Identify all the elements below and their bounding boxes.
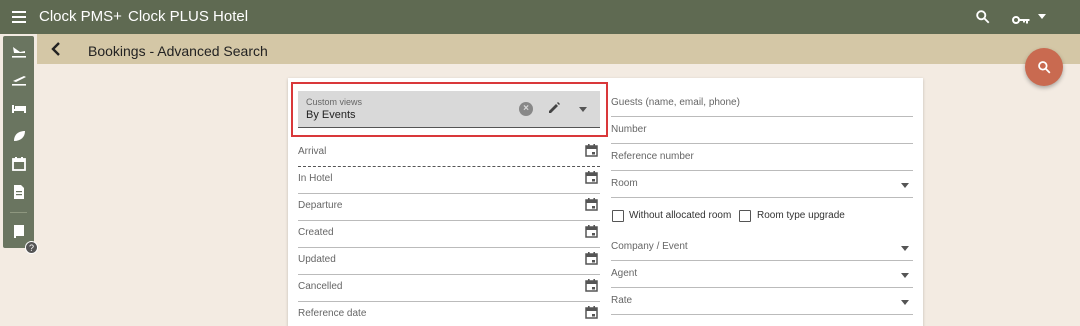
created-date-field[interactable]: Created: [298, 221, 600, 248]
chevron-down-icon[interactable]: [901, 246, 909, 251]
arrival-label: Arrival: [298, 146, 327, 157]
number-field[interactable]: Number: [611, 117, 913, 144]
hotel-name: Clock PLUS Hotel: [128, 8, 249, 25]
pencil-icon[interactable]: [547, 101, 561, 120]
bed-icon[interactable]: [11, 100, 27, 116]
departure-date-field[interactable]: Departure: [298, 194, 600, 221]
calendar-icon[interactable]: [585, 225, 598, 243]
updated-label: Updated: [298, 254, 336, 265]
search-icon: [1038, 61, 1051, 74]
calendar-icon[interactable]: [585, 279, 598, 297]
app-name: Clock PMS+: [39, 8, 122, 25]
menu-icon[interactable]: [12, 11, 26, 23]
created-label: Created: [298, 227, 334, 238]
agent-label: Agent: [611, 268, 638, 279]
key-icon[interactable]: [1012, 12, 1030, 30]
search-icon[interactable]: [975, 9, 990, 29]
room-type-upgrade-checkbox[interactable]: [739, 210, 751, 222]
document-icon[interactable]: [11, 184, 27, 200]
flight-land-icon[interactable]: [11, 43, 27, 59]
room-label: Room: [611, 178, 638, 189]
rate-select[interactable]: Rate: [611, 288, 913, 315]
room-select[interactable]: Room: [611, 171, 913, 198]
calendar-icon[interactable]: [585, 171, 598, 189]
company-event-label: Company / Event: [611, 241, 688, 252]
custom-views-value: By Events: [306, 109, 356, 121]
account-dropdown-caret[interactable]: [1038, 14, 1046, 19]
chevron-down-icon[interactable]: [579, 107, 587, 112]
reference-number-field[interactable]: Reference number: [611, 144, 913, 171]
in-hotel-date-field[interactable]: In Hotel: [298, 167, 600, 194]
custom-views-label: Custom views: [306, 97, 363, 107]
reference-number-label: Reference number: [611, 151, 694, 162]
without-allocated-room-label: Without allocated room: [629, 210, 732, 221]
search-fab-button[interactable]: [1025, 48, 1063, 86]
calendar-icon[interactable]: [585, 198, 598, 216]
arrow-left-icon[interactable]: [50, 41, 62, 62]
side-navigation: [3, 36, 34, 248]
in-hotel-label: In Hotel: [298, 173, 333, 184]
cancelled-label: Cancelled: [298, 281, 343, 292]
chevron-down-icon[interactable]: [901, 273, 909, 278]
room-type-upgrade-label: Room type upgrade: [757, 210, 845, 221]
reference-date-label: Reference date: [298, 308, 367, 319]
company-event-select[interactable]: Company / Event: [611, 234, 913, 261]
cancelled-date-field[interactable]: Cancelled: [298, 275, 600, 302]
chevron-down-icon[interactable]: [901, 300, 909, 305]
rate-label: Rate: [611, 295, 633, 306]
book-icon[interactable]: [11, 224, 27, 240]
guests-field[interactable]: Guests (name, email, phone): [611, 90, 913, 117]
calendar-icon[interactable]: [585, 306, 598, 324]
top-app-bar: Clock PMS+ Clock PLUS Hotel: [0, 0, 1080, 34]
departure-label: Departure: [298, 200, 343, 211]
flight-takeoff-icon[interactable]: [11, 71, 27, 87]
arrival-date-field[interactable]: Arrival: [298, 140, 600, 167]
nav-divider: [10, 212, 27, 213]
without-allocated-room-checkbox[interactable]: [612, 210, 624, 222]
page-title: Bookings - Advanced Search: [88, 43, 268, 59]
calendar-icon[interactable]: [585, 252, 598, 270]
chevron-down-icon[interactable]: [901, 183, 909, 188]
calendar-icon[interactable]: [585, 144, 598, 162]
updated-date-field[interactable]: Updated: [298, 248, 600, 275]
help-badge[interactable]: ?: [25, 241, 38, 254]
custom-views-select[interactable]: Custom views By Events ×: [298, 91, 600, 128]
number-label: Number: [611, 124, 647, 135]
clear-icon[interactable]: ×: [519, 102, 533, 116]
guests-label: Guests (name, email, phone): [611, 97, 740, 108]
leaf-icon[interactable]: [11, 128, 27, 144]
reference-date-field[interactable]: Reference date: [298, 302, 600, 326]
agent-select[interactable]: Agent: [611, 261, 913, 288]
calendar-icon[interactable]: [11, 156, 27, 172]
